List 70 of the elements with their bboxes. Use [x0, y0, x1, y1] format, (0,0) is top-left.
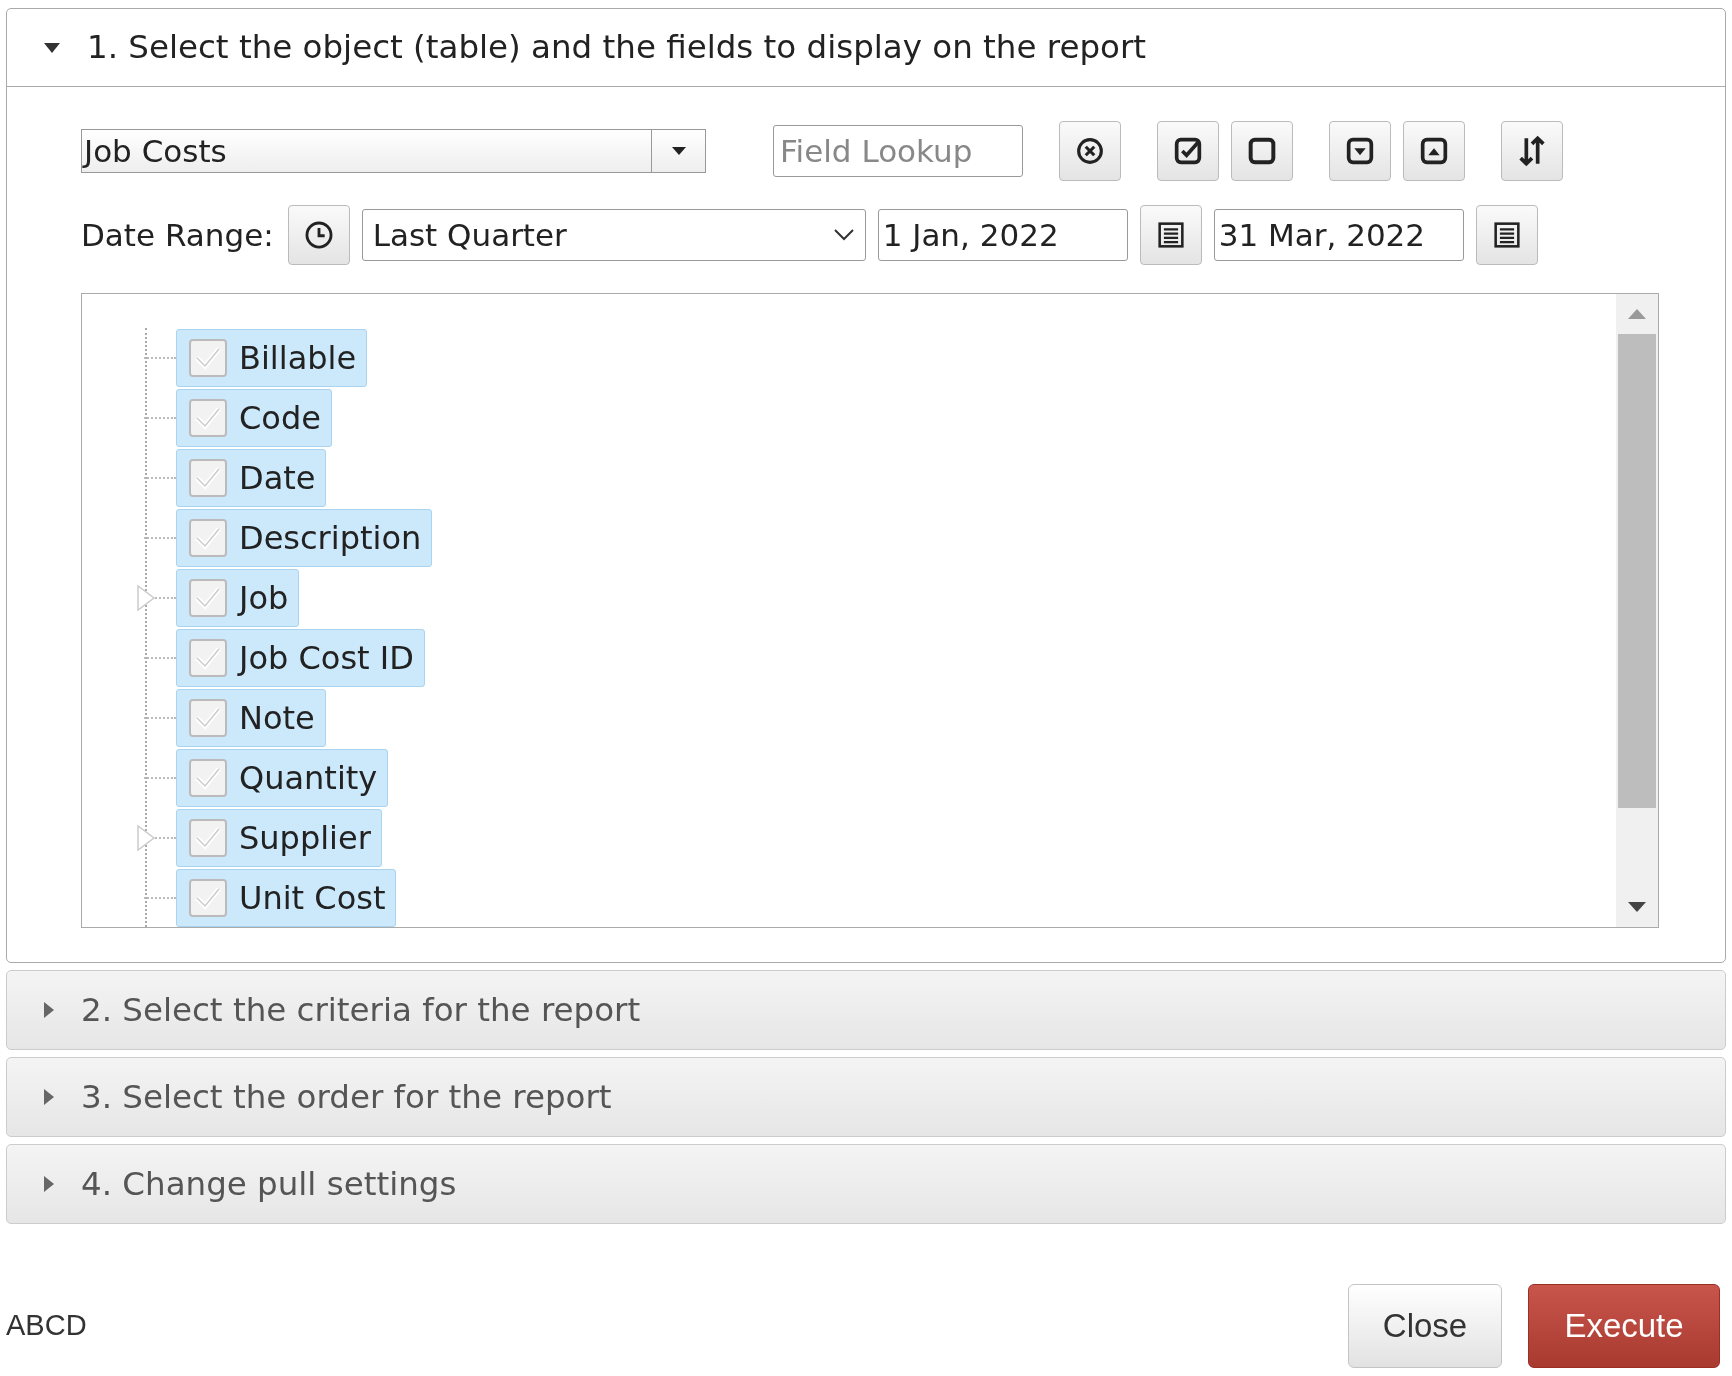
object-value: Job Costs: [82, 132, 228, 171]
scroll-up-icon[interactable]: [1627, 308, 1647, 320]
caret-icon: [43, 1175, 55, 1193]
checkbox[interactable]: [189, 579, 227, 617]
period-value: Last Quarter: [372, 215, 567, 255]
scroll-down-icon[interactable]: [1627, 901, 1647, 913]
checkbox[interactable]: [189, 339, 227, 377]
clock-button[interactable]: [287, 205, 350, 265]
expand-all-button[interactable]: [1329, 121, 1391, 181]
section-header[interactable]: 3. Select the order for the report: [7, 1058, 1725, 1136]
field-item[interactable]: Unit Cost: [176, 869, 397, 927]
scrollbar-thumb[interactable]: [1618, 334, 1656, 808]
section-header[interactable]: 2. Select the criteria for the report: [7, 971, 1725, 1049]
chevron-down-icon: [832, 228, 855, 242]
footer-label: ABCD: [6, 1308, 87, 1344]
section-title: 2. Select the criteria for the report: [81, 989, 641, 1031]
start-date-input[interactable]: 1 Jan, 2022: [877, 209, 1128, 261]
date-range-label: Date Range:: [81, 215, 274, 255]
checkmark-icon: [194, 826, 222, 850]
checkmark-icon: [194, 346, 222, 370]
section-title: 1. Select the object (table) and the fields to display on the report: [87, 27, 1147, 69]
calendar-button[interactable]: [1139, 205, 1202, 265]
field-item[interactable]: Quantity: [176, 749, 389, 807]
checkbox[interactable]: [189, 819, 227, 857]
dropdown-arrow-icon: [670, 146, 687, 156]
sort-button[interactable]: [1501, 121, 1563, 181]
caret-icon: [43, 1001, 55, 1019]
collapse-all-button[interactable]: [1403, 121, 1465, 181]
calendar-button[interactable]: [1475, 205, 1538, 265]
checkmark-icon: [194, 646, 222, 670]
checkmark-icon: [194, 526, 222, 550]
field-item[interactable]: Billable: [176, 329, 368, 387]
deselect-all-button[interactable]: [1231, 121, 1293, 181]
checkmark-icon: [194, 706, 222, 730]
checkbox[interactable]: [189, 459, 227, 497]
checkmark-icon: [194, 406, 222, 430]
caret-icon: [43, 1088, 55, 1106]
field-item[interactable]: Date: [176, 449, 327, 507]
object-dropdown[interactable]: Job Costs: [81, 129, 706, 173]
period-dropdown[interactable]: Last Quarter: [361, 209, 866, 261]
field-item[interactable]: Description: [176, 509, 433, 567]
field-item[interactable]: Job: [176, 569, 300, 627]
section-header[interactable]: 1. Select the object (table) and the fields to display on the report: [7, 9, 1725, 87]
field-lookup-input[interactable]: Field Lookup: [773, 125, 1023, 177]
field-item[interactable]: Code: [176, 389, 332, 447]
field-item[interactable]: Supplier: [176, 809, 382, 867]
close-button[interactable]: Close: [1348, 1284, 1502, 1368]
section-title: 3. Select the order for the report: [81, 1076, 612, 1118]
caret-icon: [43, 41, 61, 54]
execute-button[interactable]: Execute: [1528, 1284, 1720, 1368]
checkbox[interactable]: [189, 699, 227, 737]
checkmark-icon: [194, 886, 222, 910]
checkbox[interactable]: [189, 879, 227, 917]
clear-button[interactable]: [1059, 121, 1121, 181]
checkmark-icon: [194, 766, 222, 790]
expand-arrow-icon[interactable]: [136, 824, 156, 852]
checkmark-icon: [194, 466, 222, 490]
end-date-input[interactable]: 31 Mar, 2022: [1213, 209, 1464, 261]
section-header[interactable]: 4. Change pull settings: [7, 1145, 1725, 1223]
scrollbar[interactable]: [1616, 294, 1658, 927]
expand-arrow-icon[interactable]: [136, 584, 156, 612]
select-all-button[interactable]: [1157, 121, 1219, 181]
checkbox[interactable]: [189, 639, 227, 677]
checkbox[interactable]: [189, 759, 227, 797]
checkbox[interactable]: [189, 399, 227, 437]
section-title: 4. Change pull settings: [81, 1163, 457, 1205]
checkmark-icon: [194, 586, 222, 610]
field-item[interactable]: Job Cost ID: [176, 629, 425, 687]
field-item[interactable]: Note: [176, 689, 326, 747]
checkbox[interactable]: [189, 519, 227, 557]
